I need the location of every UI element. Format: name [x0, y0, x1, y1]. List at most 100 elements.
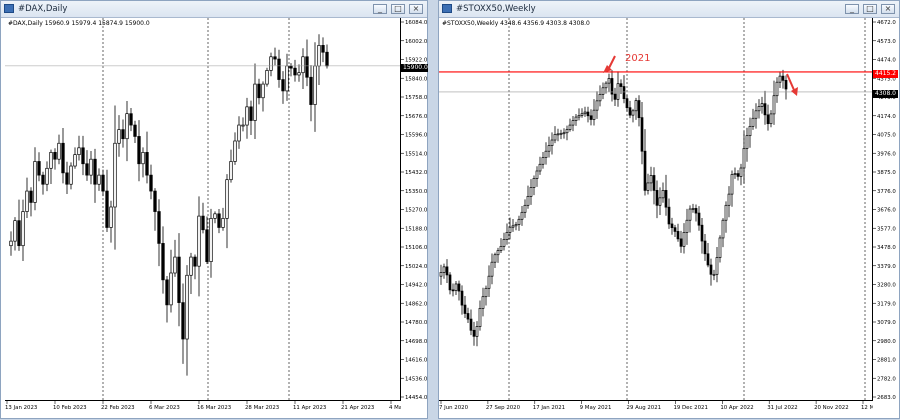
dax-chart-window[interactable]: #DAX,Daily _ □ × #DAX,Daily 15960.9 1597… — [0, 0, 430, 419]
bull-candle — [475, 326, 479, 337]
bear-candle — [41, 174, 45, 185]
bear-candle — [667, 206, 671, 225]
bull-candle — [721, 219, 725, 239]
bear-candle — [589, 115, 593, 120]
bull-candle — [113, 142, 117, 208]
bull-candle — [508, 226, 512, 233]
time-tick-label: 27 Sep 2020 — [486, 405, 521, 411]
price-tick-label: 15106.0 — [405, 245, 428, 251]
bull-candle — [487, 275, 491, 289]
bear-candle — [81, 147, 85, 165]
bear-candle — [305, 56, 309, 78]
annotation-2021-label: 2021 — [625, 53, 651, 64]
bear-candle — [766, 114, 770, 125]
bull-candle — [733, 173, 737, 175]
bear-candle — [664, 190, 668, 208]
stoxx-chart-window[interactable]: #STOXX50,Weekly _ □ × #STOXX50,Weekly 43… — [438, 0, 900, 419]
bear-candle — [153, 190, 157, 212]
time-tick-label: 17 Jan 2021 — [533, 405, 565, 411]
bull-candle — [634, 100, 638, 112]
dax-window-title: #DAX,Daily — [18, 4, 68, 14]
bull-candle — [553, 134, 557, 141]
bear-candle — [165, 279, 169, 306]
bear-candle — [652, 175, 656, 191]
maximize-button[interactable]: □ — [863, 4, 877, 14]
bull-candle — [237, 124, 241, 142]
stoxx-plot-area[interactable]: #STOXX50,Weekly 4348.6 4356.9 4303.8 430… — [439, 18, 873, 401]
bull-candle — [571, 120, 575, 126]
dax-time-axis: 13 Jan 2023 10 Feb 2023 22 Feb 2023 6 Mar 2… — [5, 401, 401, 411]
bear-candle — [784, 79, 788, 90]
bear-candle — [101, 174, 105, 192]
bull-candle — [715, 257, 719, 275]
bull-candle — [141, 152, 145, 165]
bull-candle — [565, 129, 569, 134]
close-button[interactable]: × — [409, 4, 423, 14]
bull-candle — [185, 274, 189, 340]
price-tick-label: 14862.0 — [405, 301, 428, 307]
bull-candle — [484, 287, 488, 298]
price-tick-label: 3676.0 — [877, 208, 896, 214]
stoxx-price-axis: 4672.04573.04474.04375.04273.04174.04075… — [873, 20, 896, 401]
minimize-button[interactable]: _ — [845, 4, 859, 14]
bull-candle — [189, 256, 193, 276]
bull-candle — [33, 161, 37, 203]
bear-candle — [625, 98, 629, 109]
price-tick-label: 2683.0 — [877, 395, 896, 401]
bull-candle — [556, 133, 560, 136]
bull-candle — [499, 245, 503, 251]
bear-candle — [157, 211, 161, 244]
bear-candle — [53, 152, 57, 160]
bull-candle — [544, 150, 548, 158]
chart-window-icon — [4, 4, 14, 13]
bull-candle — [77, 147, 81, 155]
stoxx-window-titlebar[interactable]: #STOXX50,Weekly _ □ × — [439, 1, 899, 18]
bull-candle — [520, 211, 524, 220]
bear-candle — [643, 150, 647, 191]
close-button[interactable]: × — [881, 4, 895, 14]
bull-candle — [754, 110, 758, 119]
price-tick-label: 4075.0 — [877, 133, 896, 139]
price-tick-label: 14536.0 — [405, 376, 428, 382]
price-tick-label: 3875.0 — [877, 170, 896, 176]
price-tick-label: 3379.0 — [877, 264, 896, 270]
bull-candle — [688, 208, 692, 221]
bear-candle — [736, 173, 740, 177]
bull-candle — [730, 174, 734, 195]
bear-candle — [121, 129, 125, 140]
price-tick-label: 15676.0 — [405, 114, 428, 120]
bear-candle — [85, 163, 89, 176]
bull-candle — [25, 190, 29, 212]
bull-candle — [317, 45, 321, 67]
bull-candle — [173, 256, 177, 274]
bull-candle — [658, 197, 662, 206]
dax-plot-area[interactable]: #DAX,Daily 15960.9 15979.4 15874.9 15900… — [5, 18, 401, 401]
price-tick-label: 3079.0 — [877, 320, 896, 326]
bear-candle — [129, 113, 133, 126]
time-tick-label: 12 Mar 2023 — [861, 405, 873, 411]
bull-candle — [592, 109, 596, 120]
bull-candle — [502, 238, 506, 247]
bull-candle — [109, 206, 113, 228]
bull-candle — [313, 65, 317, 105]
bull-candle — [514, 224, 518, 227]
price-tick-label: 16084.0 — [405, 20, 428, 26]
price-tick-label: 14454.0 — [405, 395, 428, 401]
bull-candle — [646, 182, 650, 191]
time-tick-label: 4 May 2023 — [389, 405, 401, 411]
bull-candle — [439, 272, 443, 277]
bear-candle — [655, 190, 659, 206]
bull-candle — [269, 56, 273, 71]
bull-candle — [601, 87, 605, 95]
dax-window-titlebar[interactable]: #DAX,Daily _ □ × — [1, 1, 427, 18]
maximize-button[interactable]: □ — [391, 4, 405, 14]
bull-candle — [233, 140, 237, 162]
minimize-button[interactable]: _ — [373, 4, 387, 14]
dax-ohlc-info: #DAX,Daily 15960.9 15979.4 15874.9 15900… — [8, 20, 150, 27]
bear-candle — [201, 215, 205, 231]
price-tick-label: 15024.0 — [405, 264, 428, 270]
bull-candle — [541, 157, 545, 165]
bull-candle — [523, 204, 527, 213]
bull-candle — [49, 152, 53, 169]
price-tick-label: 2980.0 — [877, 339, 896, 345]
